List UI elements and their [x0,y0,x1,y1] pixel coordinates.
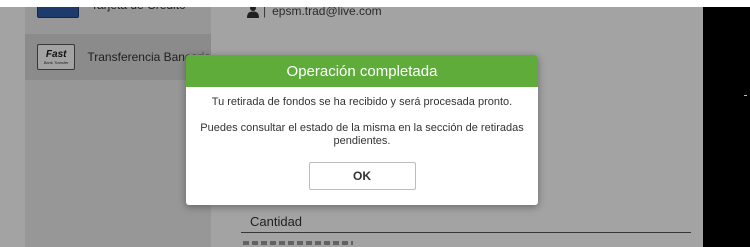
ok-button[interactable]: OK [308,162,416,190]
dialog-body: Tu retirada de fondos se ha recibido y s… [186,96,538,190]
dialog-message-pending: Puedes consultar el estado de la misma e… [200,122,524,147]
top-strip [0,0,750,7]
right-black-bar [703,7,750,247]
success-dialog: Operación completada Tu retirada de fond… [186,55,538,205]
edge-mark [744,95,747,96]
dialog-message-received: Tu retirada de fondos se ha recibido y s… [211,96,513,108]
dialog-title: Operación completada [186,55,538,87]
